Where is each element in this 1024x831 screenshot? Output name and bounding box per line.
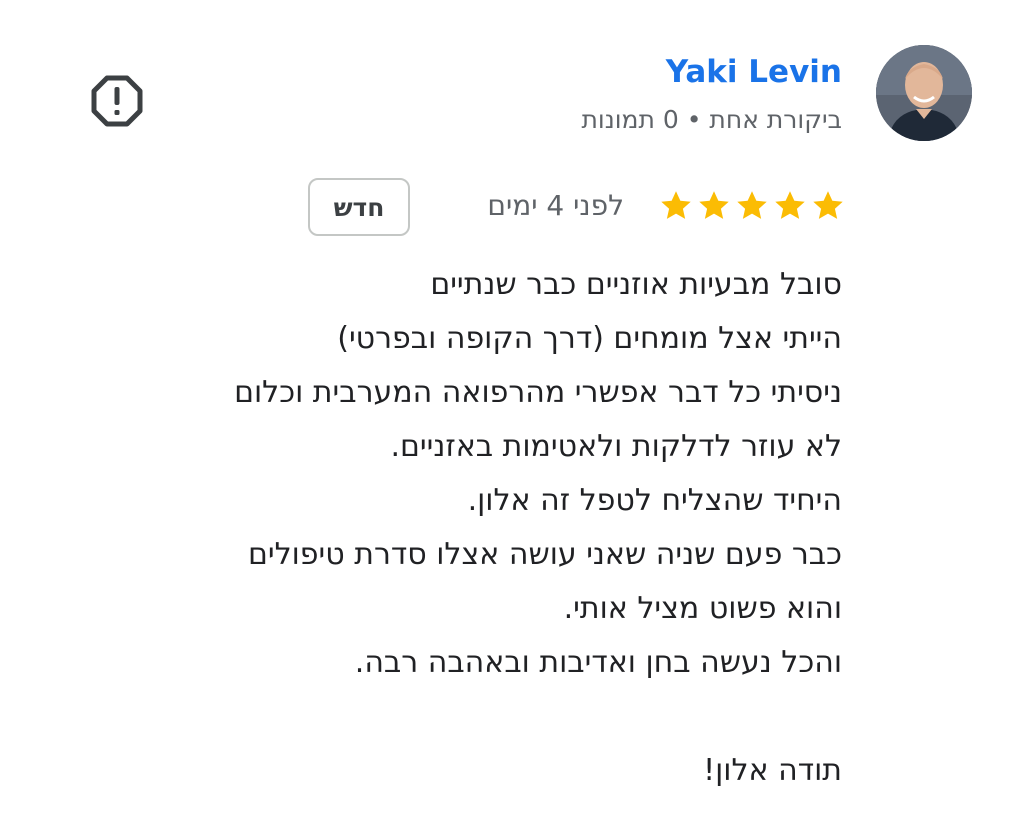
review-text-line xyxy=(82,690,842,744)
author-meta: ביקורת אחת • 0 תמונות xyxy=(581,105,842,134)
report-flag-icon xyxy=(91,75,143,127)
star-icon xyxy=(661,191,691,219)
review-card: Yaki Levin ביקורת אחת • 0 תמונות לפני 4 … xyxy=(0,0,1024,831)
star-icon xyxy=(775,191,805,219)
star-rating xyxy=(658,188,846,228)
star-icon xyxy=(813,191,843,219)
review-time: לפני 4 ימים xyxy=(487,189,624,222)
avatar[interactable] xyxy=(876,45,972,141)
review-text-line: והכל נעשה בחן ואדיבות ובאהבה רבה. xyxy=(354,645,842,680)
review-text-line: והוא פשוט מציל אותי. xyxy=(563,591,842,626)
review-text-line: לא עוזר לדלקות ולאטימות באזניים. xyxy=(390,429,842,464)
review-text-line: כבר פעם שניה שאני עושה אצלו סדרת טיפולים xyxy=(247,537,842,572)
review-text-line: היחיד שהצליח לטפל זה אלון. xyxy=(467,483,842,518)
star-icon xyxy=(699,191,729,219)
report-button[interactable] xyxy=(90,74,144,128)
review-text-line: ניסיתי כל דבר אפשרי מהרפואה המערבית וכלו… xyxy=(234,375,842,410)
review-text-line: סובל מבעיות אוזניים כבר שנתיים xyxy=(430,267,842,302)
review-text-line: תודה אלון! xyxy=(703,753,842,788)
review-text-line: הייתי אצל מומחים (דרך הקופה ובפרטי) xyxy=(337,321,842,356)
star-icon xyxy=(737,191,767,219)
review-text: סובל מבעיות אוזניים כבר שנתיים הייתי אצל … xyxy=(82,258,842,798)
avatar-photo xyxy=(876,45,972,141)
new-badge: חדש xyxy=(308,178,410,236)
author-name[interactable]: Yaki Levin xyxy=(666,50,842,94)
